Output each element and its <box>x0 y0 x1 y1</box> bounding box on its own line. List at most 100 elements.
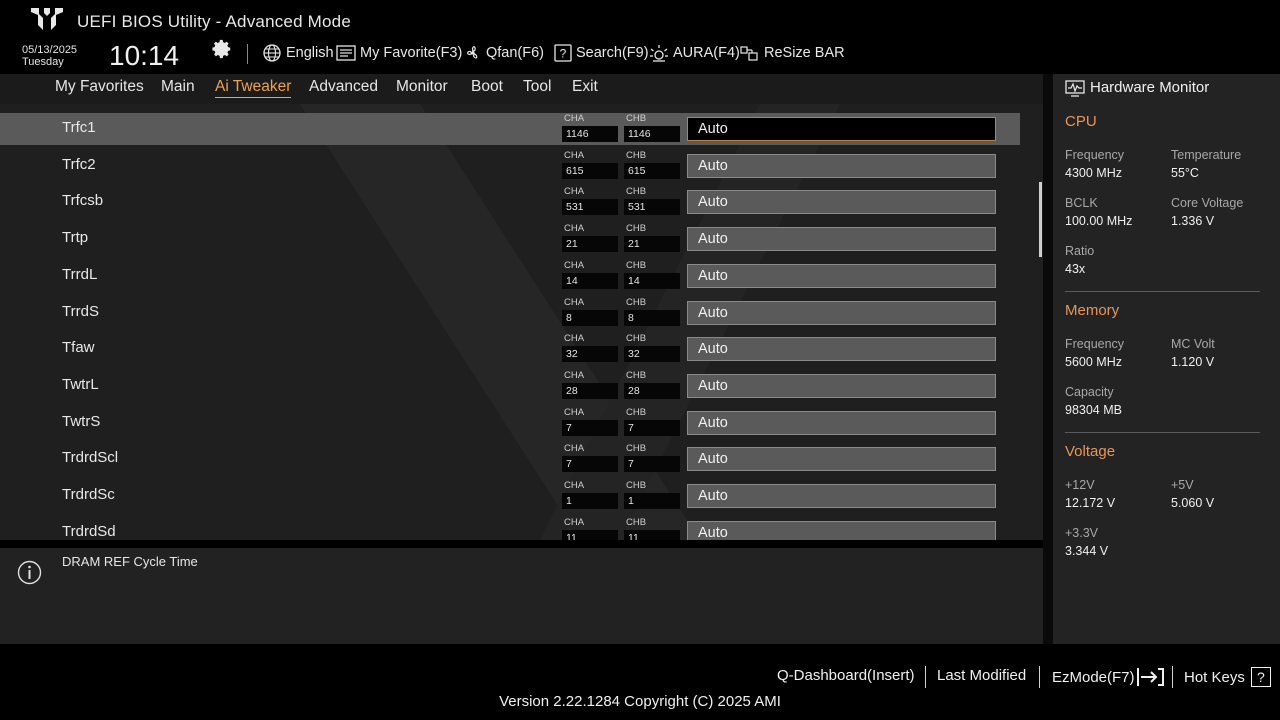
weekday-text: Tuesday <box>22 56 64 68</box>
channel-name: CHA <box>564 149 585 161</box>
search-label: Search(F9) <box>576 45 649 61</box>
v33-value: 3.344 V <box>1065 544 1109 558</box>
tab-advanced[interactable]: Advanced <box>309 78 378 96</box>
setting-label: TwtrS <box>62 412 101 430</box>
setting-value-field[interactable]: Auto <box>687 190 996 215</box>
hot-keys-button[interactable]: Hot Keys ? <box>1184 667 1271 687</box>
channel-cha-readout: CHA 7 <box>562 443 618 473</box>
fan-icon <box>467 46 478 59</box>
setting-label: TrdrdScl <box>62 449 119 467</box>
channel-chb-readout: CHB 1 <box>624 480 680 510</box>
tab-exit[interactable]: Exit <box>572 78 598 96</box>
channel-chb-readout: CHB 8 <box>624 297 680 327</box>
setting-value-field[interactable]: Auto <box>687 263 996 288</box>
setting-row[interactable]: TwtrL CHA 28 CHB 28 Auto <box>0 370 1020 402</box>
tab-boot[interactable]: Boot <box>471 78 503 96</box>
setting-row[interactable]: Trfc1 CHA 1146 CHB 1146 Auto <box>0 113 1020 145</box>
tab-main[interactable]: Main <box>161 78 195 96</box>
channel-cha-readout: CHA 21 <box>562 223 618 253</box>
setting-value-field[interactable]: Auto <box>687 300 996 325</box>
aura-button[interactable]: AURA(F4) <box>649 42 740 64</box>
channel-value: 1146 <box>562 126 618 142</box>
channel-value: 1 <box>624 493 680 509</box>
globe-icon <box>263 44 281 62</box>
help-info-panel: DRAM REF Cycle Time <box>0 548 1043 644</box>
setting-label: TrrdS <box>62 302 99 320</box>
ezmode-label: EzMode(F7) <box>1052 668 1135 686</box>
channel-value: 28 <box>562 382 618 399</box>
channel-value: 7 <box>562 456 618 473</box>
setting-row[interactable]: Trfc2 CHA 615 CHB 615 Auto <box>0 150 1020 182</box>
cpu-frequency-value: 4300 MHz <box>1065 166 1122 180</box>
channel-value: 531 <box>624 199 680 216</box>
gear-icon[interactable] <box>211 38 233 60</box>
channel-cha-readout: CHA 7 <box>562 407 618 437</box>
setting-row[interactable]: TrdrdSd CHA 11 CHB 11 Auto <box>0 517 1020 540</box>
app-title: UEFI BIOS Utility - Advanced Mode <box>77 12 351 31</box>
core-voltage-label: Core Voltage <box>1171 196 1244 210</box>
help-text: DRAM REF Cycle Time <box>62 554 198 569</box>
channel-value: 21 <box>562 236 618 253</box>
my-favorite-button[interactable]: My Favorite(F3) <box>336 42 462 64</box>
ratio-label: Ratio <box>1065 244 1095 258</box>
setting-value-field[interactable]: Auto <box>687 447 996 472</box>
tab-ai-tweaker[interactable]: Ai Tweaker <box>215 78 292 98</box>
q-dashboard-button[interactable]: Q-Dashboard(Insert) <box>777 667 915 684</box>
setting-row[interactable]: Tfaw CHA 32 CHB 32 Auto <box>0 333 1020 365</box>
channel-value: 531 <box>562 199 618 216</box>
setting-label: TrrdL <box>62 265 98 283</box>
channel-value: 615 <box>562 162 618 179</box>
monitor-icon <box>1065 80 1085 97</box>
channel-name: CHA <box>564 516 585 528</box>
list-scrollbar[interactable] <box>1039 182 1042 257</box>
exit-arrow-icon <box>1136 668 1164 686</box>
v5-value: 5.060 V <box>1171 496 1215 510</box>
setting-value-field[interactable]: Auto <box>687 227 996 252</box>
footer-separator <box>1172 666 1173 688</box>
resize-bar-button[interactable]: ReSize BAR <box>740 42 845 64</box>
main-tab-bar: My Favorites Main Ai Tweaker Advanced Mo… <box>0 74 1043 104</box>
channel-chb-readout: CHB 32 <box>624 333 680 363</box>
aura-label: AURA(F4) <box>673 45 740 61</box>
channel-cha-readout: CHA 28 <box>562 370 618 400</box>
tab-my-favorites[interactable]: My Favorites <box>55 78 144 96</box>
tab-monitor[interactable]: Monitor <box>396 78 448 96</box>
channel-name: CHA <box>564 223 585 235</box>
channel-value: 7 <box>624 456 680 473</box>
section-divider <box>0 540 1043 548</box>
bclk-label: BCLK <box>1065 196 1098 210</box>
ezmode-button[interactable]: EzMode(F7) <box>1052 667 1166 687</box>
setting-value-field[interactable]: Auto <box>687 337 996 362</box>
setting-row[interactable]: TwtrS CHA 7 CHB 7 Auto <box>0 407 1020 439</box>
svg-text:?: ? <box>560 47 567 61</box>
setting-row[interactable]: Trtp CHA 21 CHB 21 Auto <box>0 223 1020 255</box>
search-button[interactable]: ? Search(F9) <box>554 42 649 64</box>
cpu-divider <box>1065 291 1260 292</box>
tab-tool[interactable]: Tool <box>523 78 551 96</box>
channel-value: 1146 <box>624 126 680 142</box>
channel-name: CHB <box>626 186 647 198</box>
favorite-list-icon <box>336 45 356 61</box>
setting-value-field[interactable]: Auto <box>687 520 996 540</box>
channel-chb-readout: CHB 11 <box>624 517 680 540</box>
setting-row[interactable]: TrdrdSc CHA 1 CHB 1 Auto <box>0 480 1020 512</box>
channel-value: 7 <box>562 419 618 436</box>
qfan-button[interactable]: Qfan(F6) <box>464 42 544 64</box>
setting-value-field[interactable]: Auto <box>687 410 996 435</box>
setting-row[interactable]: TrdrdScl CHA 7 CHB 7 Auto <box>0 443 1020 475</box>
setting-row[interactable]: Trfcsb CHA 531 CHB 531 Auto <box>0 186 1020 218</box>
language-button[interactable]: English <box>262 42 334 64</box>
setting-row[interactable]: TrrdS CHA 8 CHB 8 Auto <box>0 297 1020 329</box>
v33-label: +3.3V <box>1065 526 1099 540</box>
channel-name: CHB <box>626 296 647 308</box>
last-modified-button[interactable]: Last Modified <box>937 667 1026 684</box>
channel-name: CHA <box>564 259 585 271</box>
setting-value-field[interactable]: Auto <box>687 373 996 398</box>
footer-bar: Q-Dashboard(Insert) Last Modified EzMode… <box>0 644 1280 720</box>
setting-value-field[interactable]: Auto <box>687 153 996 178</box>
channel-chb-readout: CHB 14 <box>624 260 680 290</box>
setting-row[interactable]: TrrdL CHA 14 CHB 14 Auto <box>0 260 1020 292</box>
setting-label: Tfaw <box>62 339 95 357</box>
setting-value-field[interactable]: Auto <box>687 117 996 141</box>
setting-value-field[interactable]: Auto <box>687 484 996 508</box>
